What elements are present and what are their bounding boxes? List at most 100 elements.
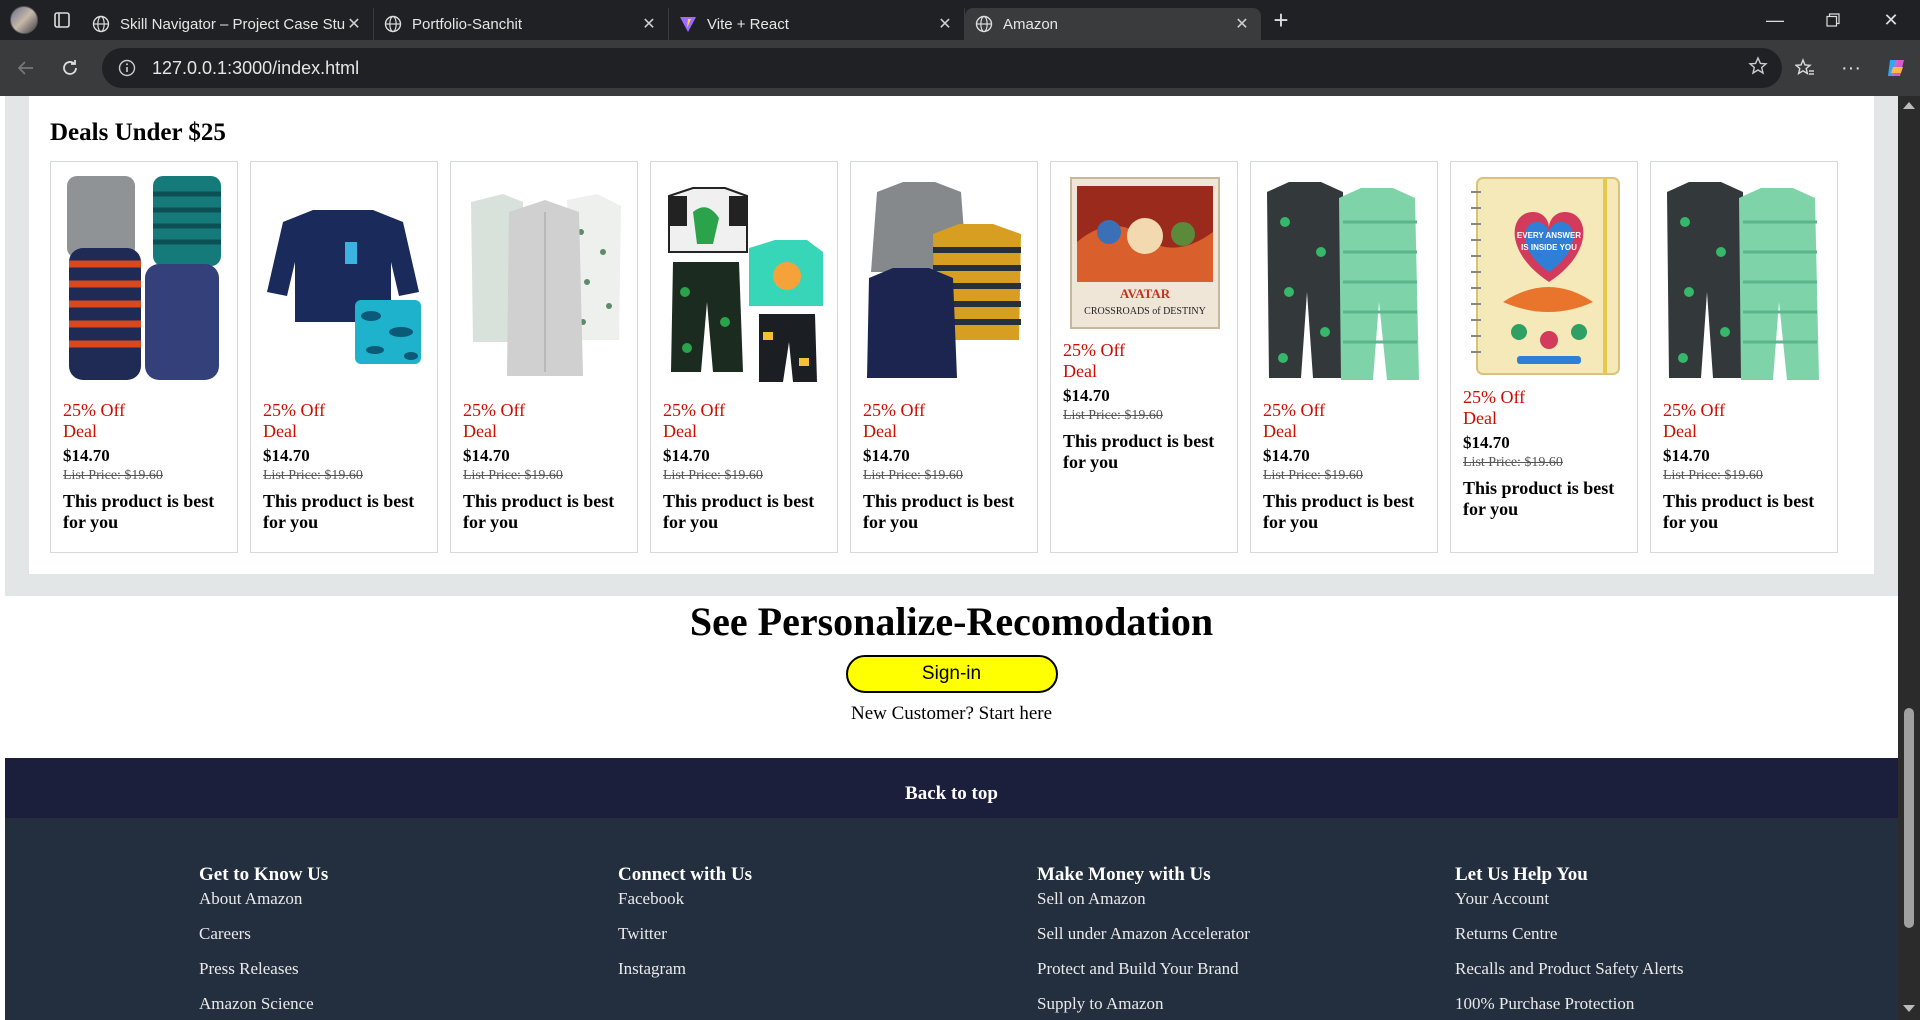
- product-discount: 25% Off: [463, 400, 526, 420]
- product-description[interactable]: This product is best for you: [1063, 431, 1233, 473]
- tab-actions-button[interactable]: [42, 0, 82, 40]
- footer-link[interactable]: Returns Centre: [1455, 923, 1684, 944]
- product-deal-label: Deal: [1263, 421, 1297, 441]
- footer-column-heading: Let Us Help You: [1455, 864, 1588, 885]
- close-tab-icon[interactable]: ✕: [345, 14, 363, 34]
- product-card[interactable]: EVERY ANSWER IS INSIDE YOU 25% Off Deal …: [1450, 161, 1638, 553]
- product-description[interactable]: This product is best for you: [1663, 491, 1833, 533]
- footer-link[interactable]: Facebook: [618, 888, 752, 909]
- product-card[interactable]: 25% Off Deal $14.70 List Price: $19.60 T…: [450, 161, 638, 553]
- browser-tab-active[interactable]: Amazon ✕: [965, 8, 1261, 40]
- product-discount: 25% Off: [663, 400, 726, 420]
- footer-link[interactable]: Press Releases: [199, 958, 328, 979]
- game-subtitle-text: CROSSROADS of DESTINY: [1084, 306, 1206, 317]
- product-discount: 25% Off: [1063, 340, 1126, 360]
- product-description[interactable]: This product is best for you: [63, 491, 233, 533]
- product-description[interactable]: This product is best for you: [463, 491, 633, 533]
- more-options-icon[interactable]: ···: [1828, 48, 1874, 88]
- product-discount: 25% Off: [863, 400, 926, 420]
- restore-icon[interactable]: [1804, 0, 1862, 40]
- browser-tab[interactable]: Portfolio-Sanchit ✕: [374, 8, 669, 40]
- product-card[interactable]: 25% Off Deal $14.70 List Price: $19.60 T…: [850, 161, 1038, 553]
- footer-column: Let Us Help You Your Account Returns Cen…: [1455, 864, 1684, 1020]
- product-list-price: List Price: $19.60: [1663, 468, 1763, 483]
- product-image[interactable]: [263, 172, 426, 390]
- product-description[interactable]: This product is best for you: [663, 491, 833, 533]
- close-window-icon[interactable]: ✕: [1862, 0, 1920, 40]
- footer-link[interactable]: Recalls and Product Safety Alerts: [1455, 958, 1684, 979]
- product-description[interactable]: This product is best for you: [1463, 478, 1633, 520]
- product-card[interactable]: AVATAR CROSSROADS of DESTINY 25% Off Dea…: [1050, 161, 1238, 553]
- favorites-icon[interactable]: [1782, 48, 1828, 88]
- footer-link[interactable]: Your Account: [1455, 888, 1684, 909]
- product-description[interactable]: This product is best for you: [1263, 491, 1433, 533]
- back-to-top-button[interactable]: Back to top: [5, 758, 1898, 818]
- scroll-up-arrow-icon[interactable]: [1903, 102, 1915, 109]
- footer-link[interactable]: Careers: [199, 923, 328, 944]
- product-image[interactable]: [63, 172, 226, 390]
- footer-link[interactable]: Amazon Science: [199, 993, 328, 1014]
- product-price: $14.70: [863, 446, 910, 465]
- product-image[interactable]: [1663, 172, 1826, 390]
- product-card[interactable]: 25% Off Deal $14.70 List Price: $19.60 T…: [1250, 161, 1438, 553]
- footer-link[interactable]: Sell under Amazon Accelerator: [1037, 923, 1250, 944]
- site-info-icon[interactable]: [116, 57, 138, 79]
- product-deal-label: Deal: [863, 421, 897, 441]
- product-card[interactable]: 25% Off Deal $14.70 List Price: $19.60 T…: [50, 161, 238, 553]
- new-tab-button[interactable]: +: [1261, 0, 1301, 40]
- browser-tab[interactable]: Skill Navigator – Project Case Stud ✕: [82, 8, 374, 40]
- new-customer-link[interactable]: New Customer? Start here: [5, 703, 1898, 725]
- product-image[interactable]: EVERY ANSWER IS INSIDE YOU: [1463, 172, 1626, 390]
- close-tab-icon[interactable]: ✕: [936, 14, 954, 34]
- footer-link[interactable]: Instagram: [618, 958, 752, 979]
- minimize-icon[interactable]: —: [1746, 0, 1804, 40]
- product-image[interactable]: [1263, 172, 1426, 390]
- copilot-icon[interactable]: [1874, 48, 1920, 88]
- product-list-price: List Price: $19.60: [463, 468, 563, 483]
- globe-icon: [975, 15, 993, 33]
- footer-link[interactable]: Protect and Build Your Brand: [1037, 958, 1250, 979]
- product-description[interactable]: This product is best for you: [863, 491, 1033, 533]
- product-price: $14.70: [1663, 446, 1710, 465]
- footer-link[interactable]: About Amazon: [199, 888, 328, 909]
- reload-icon[interactable]: [48, 48, 92, 88]
- planner-cover-text: EVERY ANSWER: [1517, 231, 1581, 240]
- product-discount: 25% Off: [63, 400, 126, 420]
- footer-link[interactable]: Twitter: [618, 923, 752, 944]
- sign-in-button[interactable]: Sign-in: [845, 655, 1058, 693]
- product-price: $14.70: [1063, 386, 1110, 405]
- browser-tab[interactable]: Vite + React ✕: [669, 8, 965, 40]
- vite-logo-icon: [679, 15, 697, 33]
- product-info: 25% Off Deal $14.70 List Price: $19.60 T…: [63, 400, 233, 533]
- close-tab-icon[interactable]: ✕: [1233, 14, 1251, 34]
- product-card[interactable]: 25% Off Deal $14.70 List Price: $19.60 T…: [1650, 161, 1838, 553]
- footer-link[interactable]: Sell on Amazon: [1037, 888, 1250, 909]
- product-price: $14.70: [63, 446, 110, 465]
- globe-icon: [92, 15, 110, 33]
- url-input[interactable]: 127.0.0.1:3000/index.html: [102, 48, 1782, 88]
- page-scrollbar[interactable]: [1898, 96, 1920, 1020]
- footer: Get to Know Us About Amazon Careers Pres…: [5, 818, 1898, 1020]
- scrollbar-thumb[interactable]: [1904, 708, 1914, 928]
- product-info: 25% Off Deal $14.70 List Price: $19.60 T…: [1063, 340, 1233, 473]
- product-price: $14.70: [263, 446, 310, 465]
- footer-column: Get to Know Us About Amazon Careers Pres…: [199, 864, 328, 1020]
- product-card[interactable]: 25% Off Deal $14.70 List Price: $19.60 T…: [650, 161, 838, 553]
- product-card[interactable]: 25% Off Deal $14.70 List Price: $19.60 T…: [250, 161, 438, 553]
- back-arrow-icon[interactable]: [4, 48, 48, 88]
- product-description[interactable]: This product is best for you: [263, 491, 433, 533]
- product-image[interactable]: [663, 172, 826, 390]
- product-price: $14.70: [1463, 433, 1510, 452]
- deals-title: Deals Under $25: [50, 119, 226, 146]
- close-tab-icon[interactable]: ✕: [640, 14, 658, 34]
- footer-link[interactable]: Supply to Amazon: [1037, 993, 1250, 1014]
- footer-link[interactable]: 100% Purchase Protection: [1455, 993, 1684, 1014]
- scroll-down-arrow-icon[interactable]: [1903, 1005, 1915, 1012]
- profile-button[interactable]: [6, 0, 42, 40]
- product-image[interactable]: [463, 172, 626, 390]
- browser-tab-bar: Skill Navigator – Project Case Stud ✕ Po…: [0, 0, 1920, 40]
- product-image[interactable]: [863, 172, 1026, 390]
- favorite-star-icon[interactable]: [1748, 55, 1768, 81]
- product-list-price: List Price: $19.60: [1463, 455, 1563, 470]
- product-discount: 25% Off: [1663, 400, 1726, 420]
